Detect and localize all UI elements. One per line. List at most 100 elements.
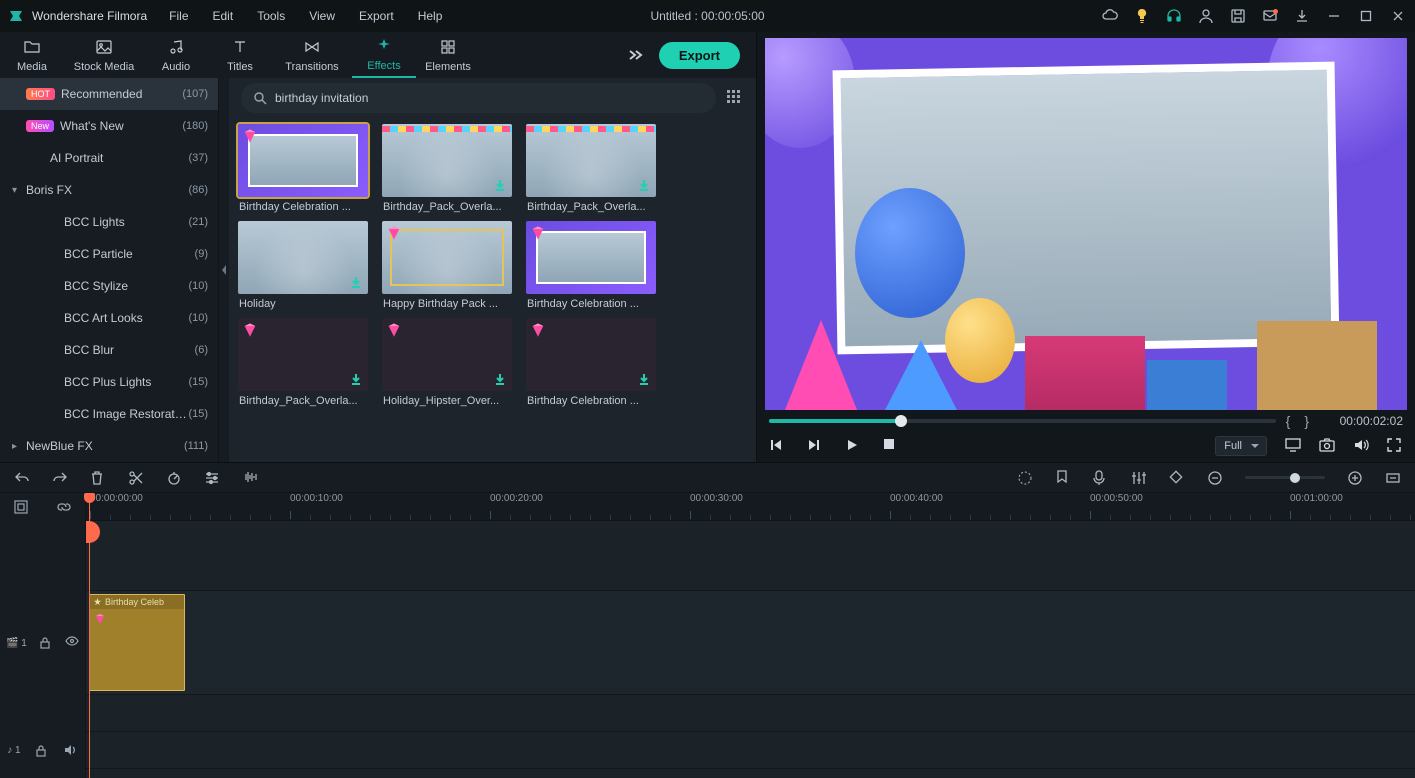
sidebar-item[interactable]: BCC Particle(9)	[0, 238, 218, 270]
tab-titles[interactable]: Titles	[208, 34, 272, 77]
tab-stock-media[interactable]: Stock Media	[64, 34, 144, 77]
preview-scrubber[interactable]	[769, 419, 1276, 423]
tips-icon[interactable]	[1133, 7, 1151, 25]
headphones-icon[interactable]	[1165, 7, 1183, 25]
playhead[interactable]	[89, 493, 90, 778]
cloud-icon[interactable]	[1101, 7, 1119, 25]
search-input[interactable]	[275, 91, 704, 105]
empty-track[interactable]	[86, 695, 1415, 732]
zoom-in-icon[interactable]	[1347, 470, 1363, 486]
effect-thumbnail[interactable]: Birthday Celebration ...	[519, 318, 663, 407]
sidebar-item[interactable]: HOTRecommended(107)	[0, 78, 218, 110]
effect-thumbnail[interactable]: Happy Birthday Pack ...	[375, 221, 519, 310]
menu-edit[interactable]: Edit	[203, 5, 244, 27]
audio-track[interactable]	[86, 732, 1415, 769]
manage-tracks-icon[interactable]	[14, 500, 28, 514]
download-icon[interactable]	[492, 371, 508, 387]
tab-effects[interactable]: Effects	[352, 33, 416, 78]
tab-elements[interactable]: Elements	[416, 34, 480, 77]
export-button[interactable]: Export	[659, 42, 740, 69]
save-icon[interactable]	[1229, 7, 1247, 25]
effect-thumbnail[interactable]: Birthday_Pack_Overla...	[375, 124, 519, 213]
video-track[interactable]: Birthday Celeb	[86, 591, 1415, 695]
render-icon[interactable]	[1017, 470, 1033, 486]
timeline-clip[interactable]: Birthday Celeb	[89, 594, 185, 691]
prev-frame-icon[interactable]	[769, 438, 785, 454]
menu-file[interactable]: File	[159, 5, 198, 27]
menu-export[interactable]: Export	[349, 5, 404, 27]
link-icon[interactable]	[57, 500, 71, 514]
keyframe-icon[interactable]	[1169, 470, 1185, 486]
menu-help[interactable]: Help	[408, 5, 453, 27]
mark-in-icon[interactable]: {	[1286, 413, 1291, 429]
video-track-header[interactable]: 🎬 1	[0, 591, 85, 695]
lock-icon[interactable]	[39, 636, 53, 650]
menu-tools[interactable]: Tools	[247, 5, 295, 27]
tab-audio[interactable]: Audio	[144, 34, 208, 77]
effect-thumbnail[interactable]: Holiday_Hipster_Over...	[375, 318, 519, 407]
more-tabs-icon[interactable]	[625, 47, 645, 63]
sidebar-item[interactable]: ▾Boris FX(86)	[0, 174, 218, 206]
split-icon[interactable]	[128, 470, 144, 486]
audio-track-header[interactable]: ♪ 1	[0, 732, 85, 769]
effect-thumbnail[interactable]: Birthday_Pack_Overla...	[231, 318, 375, 407]
download-icon[interactable]	[348, 371, 364, 387]
mute-icon[interactable]	[64, 744, 78, 758]
undo-icon[interactable]	[14, 470, 30, 486]
sidebar-item[interactable]: NewWhat's New(180)	[0, 110, 218, 142]
sidebar-item[interactable]: ▸NewBlue FX(111)	[0, 430, 218, 462]
menu-view[interactable]: View	[299, 5, 345, 27]
download-icon[interactable]	[1293, 7, 1311, 25]
sidebar-collapse-handle[interactable]	[219, 78, 229, 462]
download-icon[interactable]	[636, 371, 652, 387]
stop-icon[interactable]	[883, 438, 899, 454]
zoom-slider[interactable]	[1245, 476, 1325, 479]
snapshot-icon[interactable]	[1319, 438, 1335, 454]
tab-transitions[interactable]: Transitions	[272, 34, 352, 77]
next-frame-icon[interactable]	[807, 438, 823, 454]
preview-canvas[interactable]	[765, 38, 1407, 410]
message-icon[interactable]	[1261, 7, 1279, 25]
time-ruler[interactable]: 00:00:00:0000:00:10:0000:00:20:0000:00:3…	[86, 493, 1415, 521]
redo-icon[interactable]	[52, 470, 68, 486]
maximize-icon[interactable]	[1357, 7, 1375, 25]
sidebar-item[interactable]: BCC Stylize(10)	[0, 270, 218, 302]
mark-out-icon[interactable]: }	[1304, 413, 1309, 429]
volume-icon[interactable]	[1353, 438, 1369, 454]
delete-icon[interactable]	[90, 470, 106, 486]
fullscreen-icon[interactable]	[1387, 438, 1403, 454]
eye-icon[interactable]	[65, 636, 79, 650]
tracks-area[interactable]: 00:00:00:0000:00:10:0000:00:20:0000:00:3…	[86, 493, 1415, 778]
close-icon[interactable]	[1389, 7, 1407, 25]
effect-thumbnail[interactable]: Birthday Celebration ...	[519, 221, 663, 310]
grid-view-icon[interactable]	[726, 89, 744, 107]
sidebar-item[interactable]: BCC Lights(21)	[0, 206, 218, 238]
effect-thumbnail[interactable]: Birthday_Pack_Overla...	[519, 124, 663, 213]
zoom-out-icon[interactable]	[1207, 470, 1223, 486]
play-icon[interactable]	[845, 438, 861, 454]
download-icon[interactable]	[348, 274, 364, 290]
search-box[interactable]	[241, 83, 716, 113]
sidebar-item[interactable]: BCC Image Restoration(15)	[0, 398, 218, 430]
quality-select[interactable]: Full	[1215, 436, 1267, 456]
sidebar-item[interactable]: AI Portrait(37)	[0, 142, 218, 174]
audio-mixer-icon[interactable]	[1131, 470, 1147, 486]
lock-icon[interactable]	[35, 744, 49, 758]
speed-icon[interactable]	[166, 470, 182, 486]
sidebar-item[interactable]: BCC Plus Lights(15)	[0, 366, 218, 398]
display-icon[interactable]	[1285, 438, 1301, 454]
zoom-fit-icon[interactable]	[1385, 470, 1401, 486]
effect-thumbnail[interactable]: Holiday	[231, 221, 375, 310]
account-icon[interactable]	[1197, 7, 1215, 25]
record-voiceover-icon[interactable]	[1093, 470, 1109, 486]
marker-icon[interactable]	[1055, 470, 1071, 486]
tab-media[interactable]: Media	[0, 34, 64, 77]
download-icon[interactable]	[636, 177, 652, 193]
adjust-icon[interactable]	[204, 470, 220, 486]
waveform-icon[interactable]	[242, 470, 258, 486]
minimize-icon[interactable]	[1325, 7, 1343, 25]
sidebar-item[interactable]: BCC Art Looks(10)	[0, 302, 218, 334]
sidebar-item[interactable]: BCC Blur(6)	[0, 334, 218, 366]
effect-thumbnail[interactable]: Birthday Celebration ...	[231, 124, 375, 213]
download-icon[interactable]	[492, 177, 508, 193]
